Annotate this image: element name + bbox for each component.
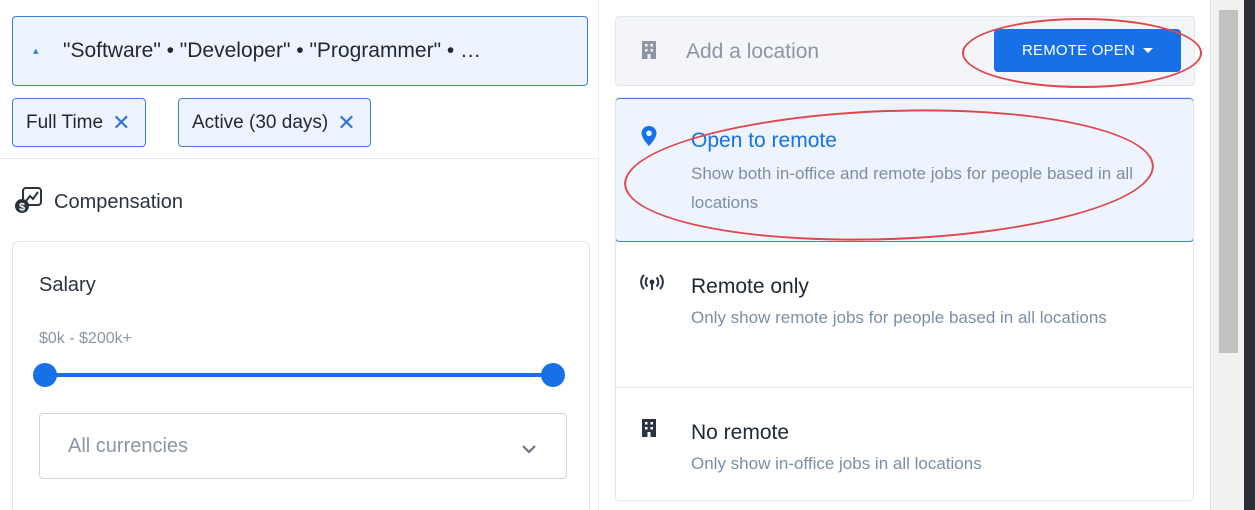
chip-label: Full Time xyxy=(26,111,104,133)
option-description: Show both in-office and remote jobs for … xyxy=(691,164,1133,212)
remote-option-remote-only[interactable]: Remote only Only show remote jobs for pe… xyxy=(616,242,1193,388)
option-title: No remote xyxy=(691,421,790,444)
currency-select-value: All currencies xyxy=(68,434,189,457)
remote-options-menu: Open to remote Show both in-office and r… xyxy=(615,97,1194,501)
option-description: Only show in-office jobs in all location… xyxy=(691,454,982,473)
remote-option-open-to-remote[interactable]: Open to remote Show both in-office and r… xyxy=(616,98,1193,242)
salary-slider-max-handle[interactable] xyxy=(541,363,565,387)
currency-select[interactable]: All currencies xyxy=(39,413,567,479)
chevron-down-icon xyxy=(520,438,538,461)
keyword-text: "Software" • "Developer" • "Programmer" … xyxy=(63,39,482,62)
compensation-header: $ Compensation xyxy=(14,186,183,219)
option-title: Remote only xyxy=(691,275,809,298)
building-icon xyxy=(640,40,658,65)
close-icon[interactable]: ✕ xyxy=(337,111,355,134)
salary-chart-icon: $ xyxy=(14,186,44,219)
map-pin-icon xyxy=(640,125,658,152)
salary-slider-track[interactable] xyxy=(45,373,553,377)
salary-title: Salary xyxy=(39,274,96,296)
divider xyxy=(0,158,600,159)
broadcast-icon xyxy=(640,274,664,297)
window-edge xyxy=(1244,0,1255,510)
salary-slider-min-handle[interactable] xyxy=(33,363,57,387)
scrollbar-thumb[interactable] xyxy=(1219,10,1238,353)
option-title: Open to remote xyxy=(691,129,837,152)
keyword-search-box[interactable]: ▴ "Software" • "Developer" • "Programmer… xyxy=(12,16,588,86)
column-separator xyxy=(598,0,599,510)
compensation-title: Compensation xyxy=(54,191,183,213)
remote-option-no-remote[interactable]: No remote Only show in-office jobs in al… xyxy=(616,388,1193,500)
salary-card: Salary $0k - $200k+ All currencies xyxy=(12,241,590,510)
person-icon: ▴ xyxy=(33,44,39,57)
salary-range: $0k - $200k+ xyxy=(39,330,132,347)
close-icon[interactable]: ✕ xyxy=(112,111,130,134)
location-placeholder: Add a location xyxy=(686,40,820,63)
filter-chip-full-time[interactable]: Full Time ✕ xyxy=(12,98,146,147)
remote-button-label: REMOTE OPEN xyxy=(1021,42,1136,59)
chip-label: Active (30 days) xyxy=(192,111,329,133)
caret-down-icon xyxy=(1143,48,1154,53)
option-description: Only show remote jobs for people based i… xyxy=(691,308,1107,327)
svg-text:$: $ xyxy=(19,202,25,214)
filter-chip-active-30-days[interactable]: Active (30 days) ✕ xyxy=(178,98,371,147)
remote-open-dropdown-button[interactable]: REMOTE OPEN xyxy=(994,29,1181,72)
building-icon xyxy=(640,418,658,443)
